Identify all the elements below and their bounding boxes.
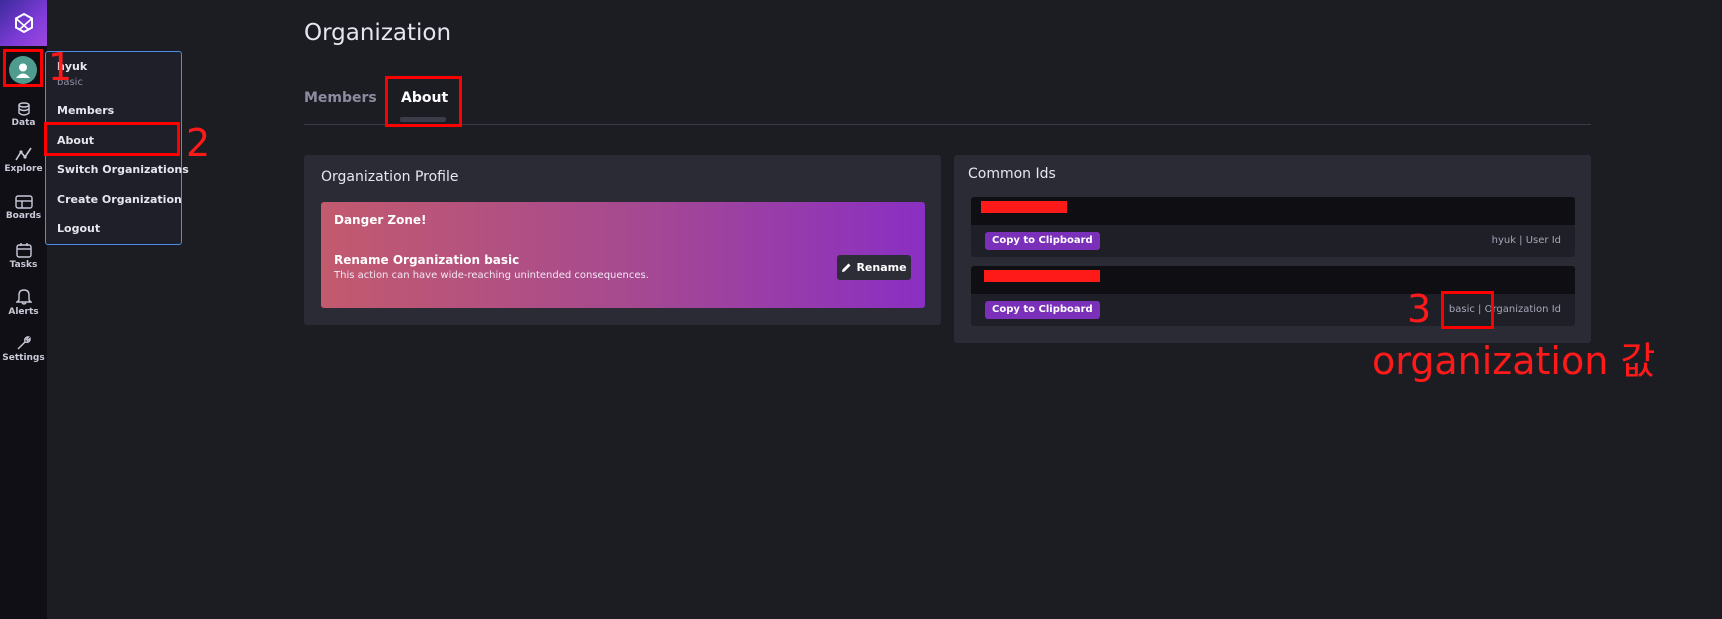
tab-bar: Members About [304, 80, 1591, 125]
page-title: Organization [304, 20, 452, 46]
annotation-box-avatar [3, 49, 43, 87]
panel-title: Organization Profile [321, 169, 459, 185]
rename-description: This action can have wide-reaching unint… [334, 270, 649, 281]
annotation-number-3: 3 [1407, 287, 1432, 331]
copy-to-clipboard-button[interactable]: Copy to Clipboard [985, 301, 1100, 319]
annotation-number-1: 1 [48, 45, 73, 89]
danger-zone: Danger Zone! Rename Organization basic T… [321, 202, 925, 308]
nav-boards[interactable]: Boards [0, 195, 47, 221]
nav-label: Boards [5, 211, 42, 221]
id-label: hyuk | User Id [1491, 235, 1561, 246]
common-ids-panel: Common Ids Copy to Clipboard hyuk | User… [954, 155, 1591, 343]
danger-title: Danger Zone! [334, 213, 427, 227]
nav-label: Data [11, 118, 36, 128]
menu-item-members[interactable]: Members [57, 104, 114, 117]
id-value-field[interactable] [971, 266, 1575, 294]
menu-item-logout[interactable]: Logout [57, 222, 100, 235]
graph-icon [14, 147, 32, 161]
nav-label: Settings [2, 353, 45, 363]
menu-item-switch-organizations[interactable]: Switch Organizations [57, 163, 189, 176]
nav-settings[interactable]: Settings [0, 335, 47, 363]
nav-alerts[interactable]: Alerts [0, 288, 47, 317]
dashboard-icon [14, 195, 33, 209]
pencil-icon [842, 263, 851, 272]
logo-icon [14, 13, 33, 33]
nav-label: Explore [4, 164, 43, 174]
bell-icon [15, 289, 32, 305]
annotation-box-org-name [1441, 291, 1494, 329]
user-id-card: Copy to Clipboard hyuk | User Id [971, 197, 1575, 257]
organization-profile-panel: Organization Profile Danger Zone! Rename… [304, 155, 941, 325]
left-nav: Data Explore Boards Tasks Alerts Setting… [0, 0, 47, 619]
app-logo[interactable] [0, 0, 47, 46]
nav-label: Tasks [9, 260, 38, 270]
rename-label: Rename [856, 261, 907, 274]
panel-title: Common Ids [968, 166, 1056, 182]
rename-button[interactable]: Rename [837, 255, 911, 280]
database-icon [17, 102, 30, 116]
id-value-field[interactable] [971, 197, 1575, 225]
annotation-box-about-tab [385, 76, 462, 127]
tab-members[interactable]: Members [304, 90, 377, 106]
nav-data[interactable]: Data [0, 102, 47, 128]
wrench-icon [17, 336, 31, 350]
annotation-note: organization 값 [1372, 339, 1656, 383]
copy-to-clipboard-button[interactable]: Copy to Clipboard [985, 232, 1100, 250]
nav-label: Alerts [8, 307, 39, 317]
menu-item-create-organization[interactable]: Create Organization [57, 193, 182, 206]
redacted-id [984, 270, 1100, 282]
nav-tasks[interactable]: Tasks [0, 242, 47, 270]
calendar-icon [15, 243, 32, 258]
redacted-id [981, 201, 1067, 213]
nav-explore[interactable]: Explore [0, 146, 47, 174]
annotation-box-about [44, 122, 180, 156]
annotation-number-2: 2 [186, 121, 211, 165]
rename-title: Rename Organization basic [334, 253, 520, 267]
